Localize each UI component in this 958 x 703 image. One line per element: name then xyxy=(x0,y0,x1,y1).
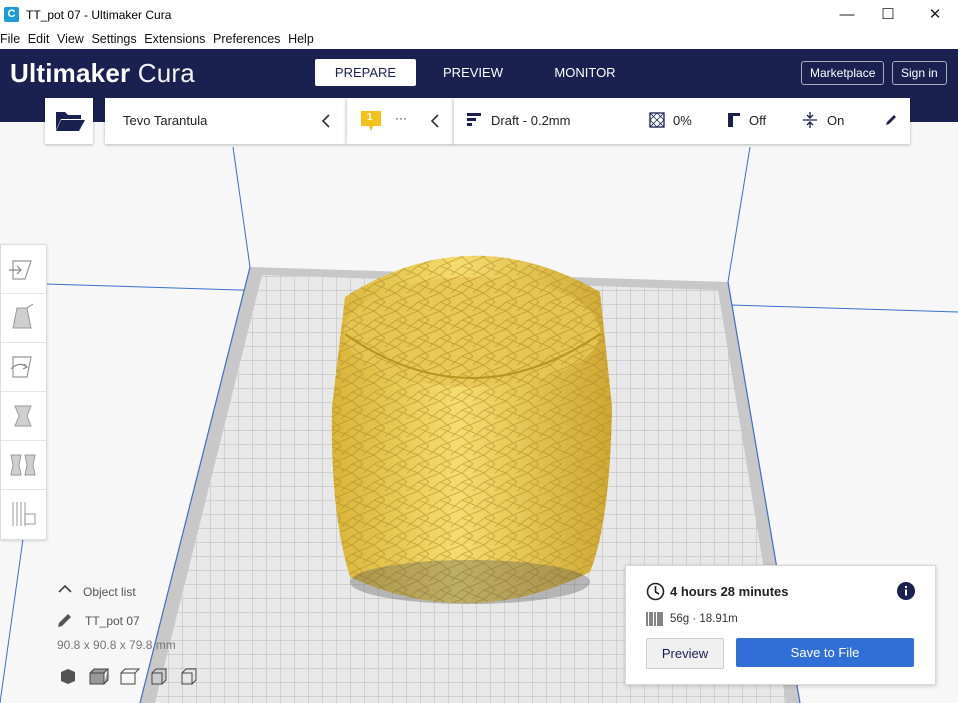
spool-icon xyxy=(646,612,663,626)
print-job-panel: 4 hours 28 minutes 56g · 18.91m Preview … xyxy=(625,565,936,685)
rotate-icon xyxy=(10,356,32,378)
menu-view[interactable]: View xyxy=(57,30,84,46)
menu-settings[interactable]: Settings xyxy=(91,30,136,46)
preview-button[interactable]: Preview xyxy=(646,638,724,669)
menu-extensions[interactable]: Extensions xyxy=(144,30,205,46)
print-settings-selector[interactable]: Draft - 0.2mm 0% Off On xyxy=(453,98,910,144)
material-name: ··· xyxy=(395,111,407,125)
rotate-tool-button[interactable] xyxy=(1,343,46,392)
cura-app-icon: C xyxy=(4,7,19,22)
pencil-icon[interactable] xyxy=(885,114,897,126)
logo-product: Cura xyxy=(137,58,195,88)
pot-model[interactable] xyxy=(331,255,612,604)
object-name[interactable]: TT_pot 07 xyxy=(85,614,140,628)
open-file-button[interactable] xyxy=(45,98,93,144)
ultimaker-cura-logo: Ultimaker Cura xyxy=(10,58,195,89)
per-model-settings-button[interactable] xyxy=(1,441,46,490)
infill-icon xyxy=(649,112,665,128)
menu-edit[interactable]: Edit xyxy=(28,30,50,46)
menu-bar: File Edit View Settings Extensions Prefe… xyxy=(0,30,958,49)
material-selector[interactable]: 1 ··· xyxy=(346,98,454,144)
menu-help[interactable]: Help xyxy=(288,30,314,46)
build-volume-edge xyxy=(727,146,751,283)
build-volume-edge xyxy=(232,146,251,268)
scale-icon xyxy=(12,303,34,329)
scale-tool-button[interactable] xyxy=(1,294,46,343)
chevron-left-icon xyxy=(430,114,439,128)
save-to-file-button[interactable]: Save to File xyxy=(736,638,914,667)
chevron-left-icon xyxy=(321,114,330,128)
printer-name: Tevo Tarantula xyxy=(123,113,208,128)
right-view-icon[interactable] xyxy=(181,668,197,685)
tool-panel xyxy=(0,244,47,540)
pencil-icon[interactable] xyxy=(57,612,73,628)
tab-monitor[interactable]: MONITOR xyxy=(540,59,630,86)
support-icon xyxy=(728,113,740,127)
support-blocker-button[interactable] xyxy=(1,490,46,538)
window-title: TT_pot 07 - Ultimaker Cura xyxy=(26,8,172,22)
infill-value: 0% xyxy=(673,113,692,128)
clock-icon xyxy=(646,582,665,601)
front-view-icon[interactable] xyxy=(89,668,110,685)
close-button[interactable]: ✕ xyxy=(912,0,958,30)
move-icon xyxy=(9,260,32,280)
tab-preview[interactable]: PREVIEW xyxy=(428,59,518,86)
move-tool-button[interactable] xyxy=(1,245,46,294)
folder-icon xyxy=(56,112,85,131)
sign-in-button[interactable]: Sign in xyxy=(892,61,947,85)
support-value: Off xyxy=(749,113,767,128)
minimize-button[interactable]: — xyxy=(824,0,870,30)
logo-brand: Ultimaker xyxy=(10,58,131,88)
printer-selector[interactable]: Tevo Tarantula xyxy=(105,98,346,144)
mirror-tool-button[interactable] xyxy=(1,392,46,441)
profile-icon xyxy=(467,113,481,126)
adhesion-icon xyxy=(803,112,817,128)
extruder-number: 1 xyxy=(367,112,373,123)
maximize-button[interactable]: ☐ xyxy=(865,0,911,30)
object-dimensions: 90.8 x 90.8 x 79.8 mm xyxy=(57,638,176,652)
per-model-settings-icon xyxy=(10,454,36,476)
object-list-toggle[interactable]: Object list xyxy=(83,585,136,599)
print-time: 4 hours 28 minutes xyxy=(670,584,789,599)
mirror-icon xyxy=(14,405,32,427)
view-mode-buttons xyxy=(61,668,197,685)
chevron-up-icon[interactable] xyxy=(58,584,72,594)
adhesion-value: On xyxy=(827,113,845,128)
3d-view-icon[interactable] xyxy=(61,669,75,684)
marketplace-button[interactable]: Marketplace xyxy=(801,61,885,85)
support-blocker-icon xyxy=(12,502,36,526)
material-usage: 56g · 18.91m xyxy=(670,613,738,625)
window-titlebar: C TT_pot 07 - Ultimaker Cura — ☐ ✕ xyxy=(0,0,958,30)
left-view-icon[interactable] xyxy=(151,668,167,685)
menu-preferences[interactable]: Preferences xyxy=(213,30,280,46)
info-icon[interactable] xyxy=(896,581,916,601)
top-view-icon[interactable] xyxy=(120,668,141,685)
tab-prepare[interactable]: PREPARE xyxy=(315,59,416,86)
menu-file[interactable]: File xyxy=(0,30,20,46)
profile-name: Draft - 0.2mm xyxy=(491,113,571,128)
